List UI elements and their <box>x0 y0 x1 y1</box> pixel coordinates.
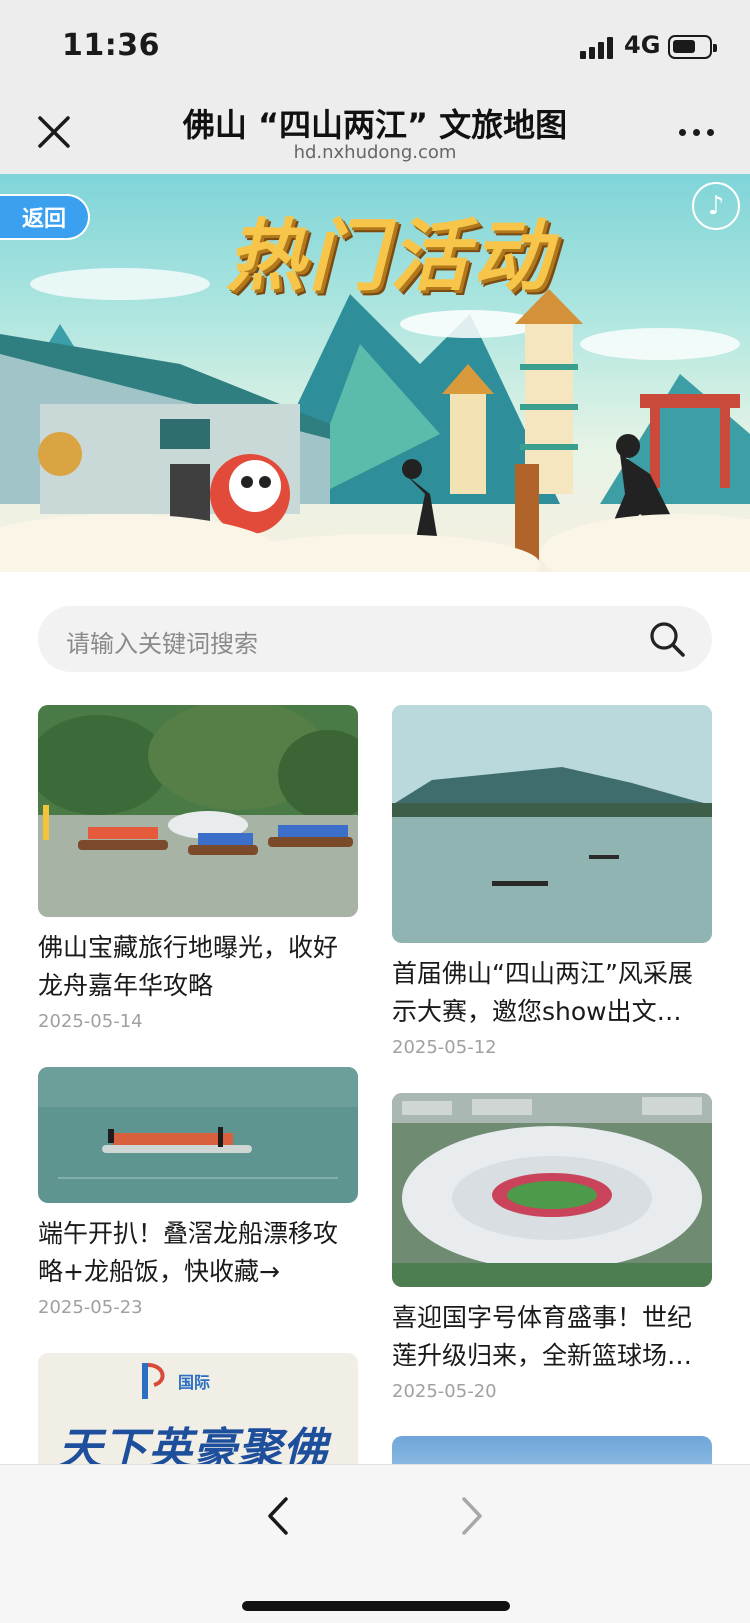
music-toggle-button[interactable]: ♪ <box>692 182 740 230</box>
dragon-boat-photo <box>38 705 358 917</box>
battery-icon <box>668 35 717 59</box>
river-landscape-photo <box>392 705 712 943</box>
article-card[interactable]: 端午开扒！叠滘龙船漂移攻略+龙船饭，快收藏→ 2025-05-23 <box>38 1067 358 1318</box>
forward-nav-button[interactable] <box>456 1493 488 1539</box>
article-card[interactable]: 首届佛山“四山两江”风采展示大赛，邀您show出文… 2025-05-12 <box>392 705 712 1058</box>
article-title: 喜迎国字号体育盛事！世纪莲升级归来，全新篮球场… <box>392 1303 693 1370</box>
article-date: 2025-05-12 <box>392 1037 497 1058</box>
close-icon <box>38 116 70 148</box>
hot-activities-banner: 热门活动 返回 ♪ <box>0 174 750 572</box>
chevron-right-icon <box>462 1497 482 1535</box>
article-title: 首届佛山“四山两江”风采展示大赛，邀您show出文… <box>392 959 693 1026</box>
article-card[interactable]: 佛山宝藏旅行地曝光，收好龙舟嘉年华攻略 2025-05-14 <box>38 705 358 1032</box>
article-thumbnail <box>392 1093 712 1287</box>
chevron-left-icon <box>268 1497 288 1535</box>
article-thumbnail <box>392 705 712 943</box>
page-title: 佛山 “四山两江” 文旅地图 <box>182 106 568 144</box>
close-button[interactable] <box>32 110 76 154</box>
status-bar: 11:36 4G <box>0 0 750 92</box>
nav-bar: 佛山 “四山两江” 文旅地图 hd.nxhudong.com <box>0 92 750 174</box>
back-button[interactable]: 返回 <box>0 194 90 240</box>
event-logo-icon <box>142 1363 165 1399</box>
article-date: 2025-05-20 <box>392 1381 497 1402</box>
poster-event-line: 国际 <box>178 1373 211 1392</box>
home-indicator <box>242 1601 510 1611</box>
status-time: 11:36 <box>62 28 160 63</box>
article-title: 端午开扒！叠滘龙船漂移攻略+龙船饭，快收藏→ <box>38 1219 339 1286</box>
browser-bottom-bar <box>0 1464 750 1623</box>
dragon-boat-water-photo <box>38 1067 358 1203</box>
stadium-photo <box>392 1093 712 1287</box>
more-button[interactable] <box>676 122 716 142</box>
search-placeholder: 请输入关键词搜索 <box>66 630 258 658</box>
search-icon[interactable] <box>648 620 686 658</box>
music-note-icon: ♪ <box>707 191 725 221</box>
signal-icon <box>580 37 616 59</box>
article-title: 佛山宝藏旅行地曝光，收好龙舟嘉年华攻略 <box>38 933 339 1000</box>
network-type: 4G <box>624 31 661 59</box>
page-domain: hd.nxhudong.com <box>293 142 457 163</box>
back-nav-button[interactable] <box>262 1493 294 1539</box>
banner-title: 热门活动 <box>225 212 554 302</box>
article-thumbnail <box>38 705 358 917</box>
article-date: 2025-05-23 <box>38 1297 143 1318</box>
article-date: 2025-05-14 <box>38 1011 143 1032</box>
article-thumbnail <box>38 1067 358 1203</box>
article-card[interactable]: 喜迎国字号体育盛事！世纪莲升级归来，全新篮球场… 2025-05-20 <box>392 1093 712 1402</box>
search-input[interactable]: 请输入关键词搜索 <box>38 606 712 672</box>
